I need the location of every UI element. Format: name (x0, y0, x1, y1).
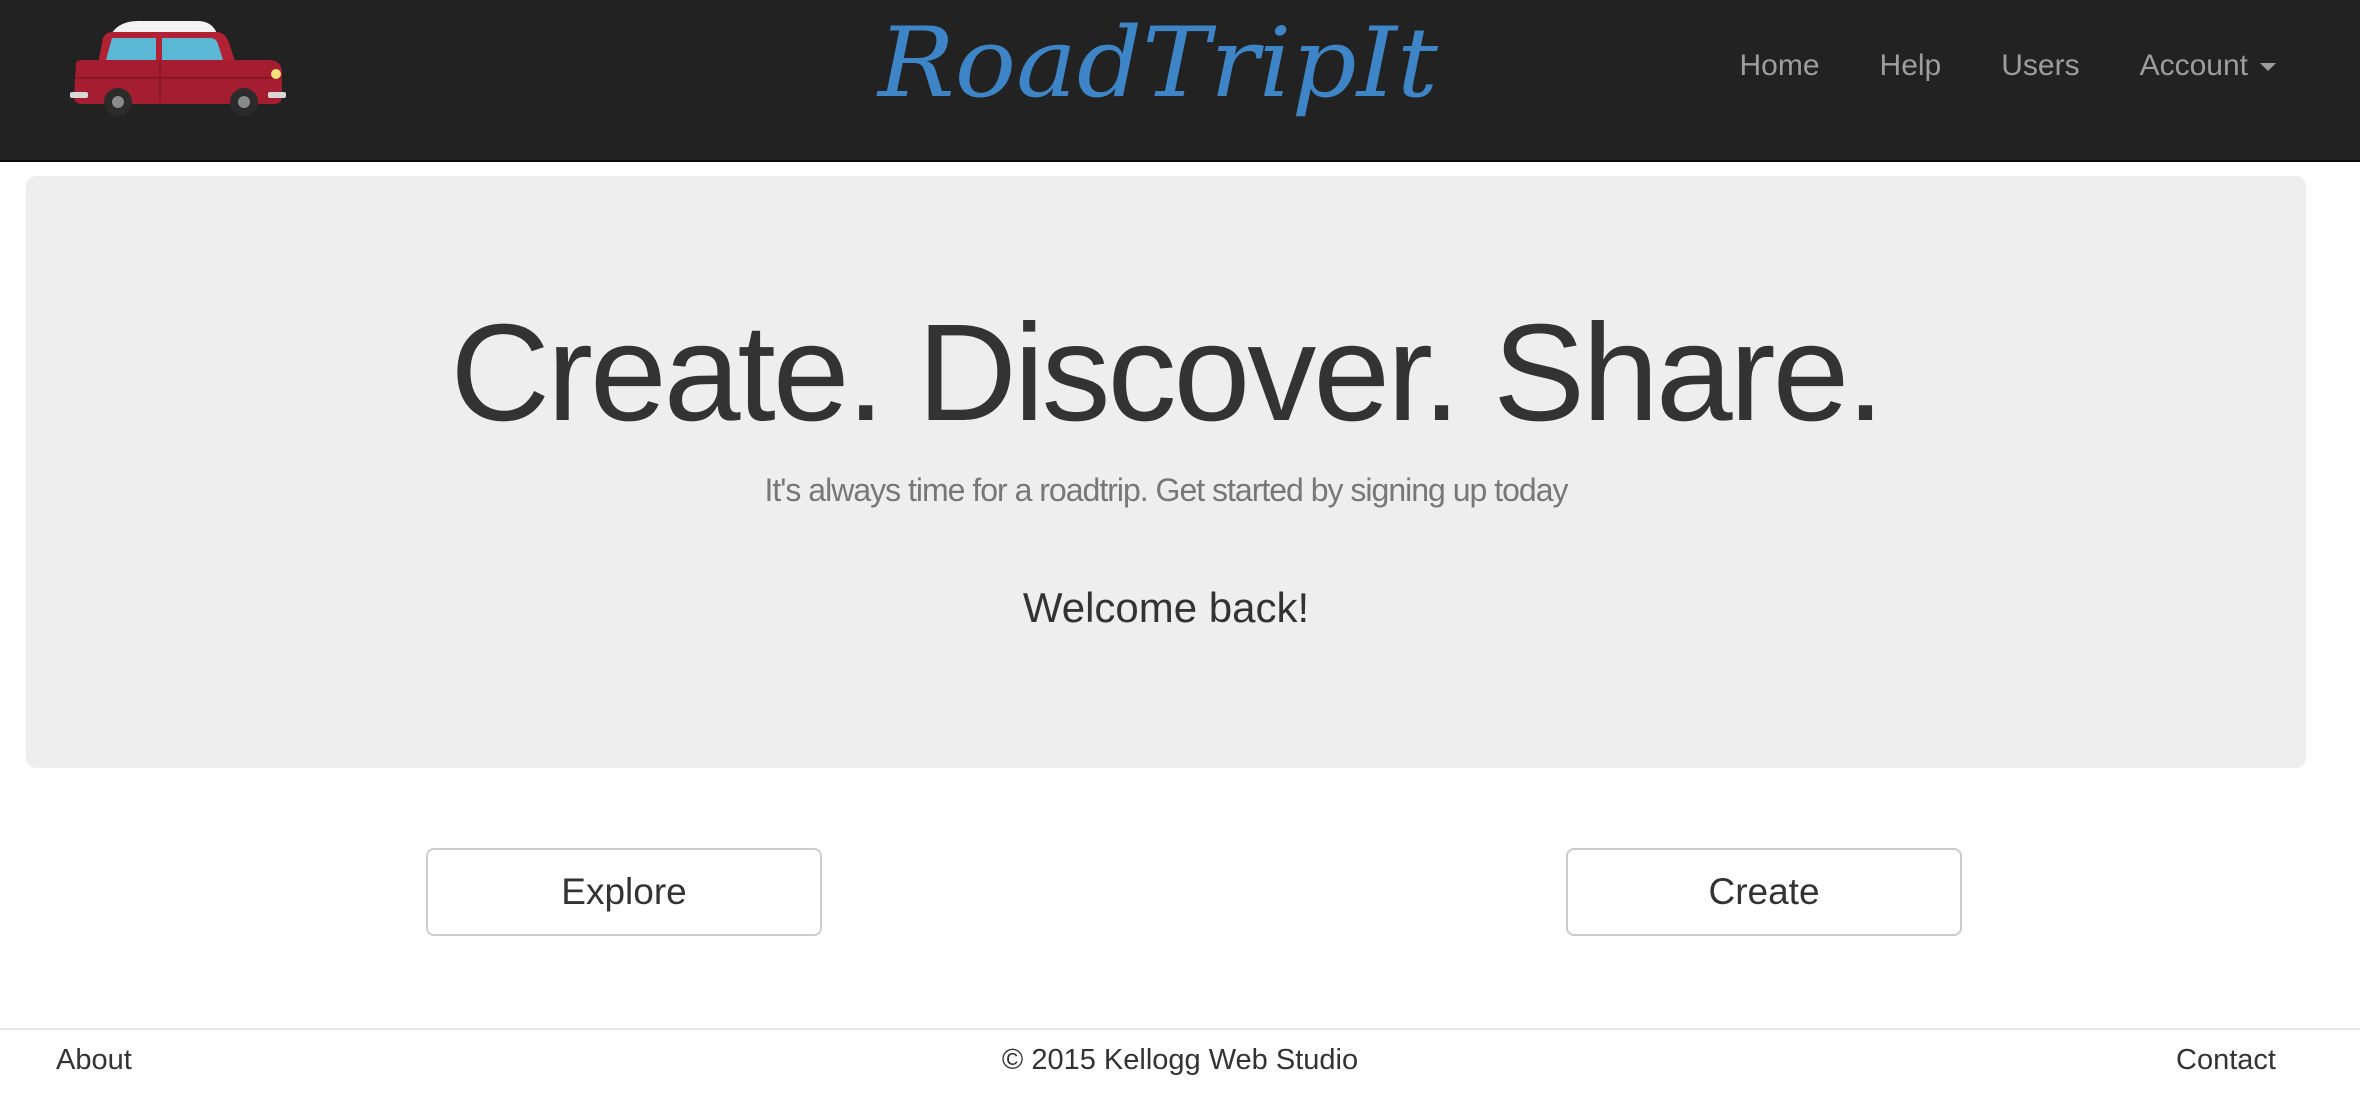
nav-home-label: Home (1739, 49, 1820, 82)
nav-users[interactable]: Users (2001, 49, 2079, 83)
caret-down-icon (2260, 63, 2276, 71)
explore-button[interactable]: Explore (426, 848, 822, 936)
footer-contact-link[interactable]: Contact (2176, 1044, 2276, 1077)
nav-help-label: Help (1879, 49, 1942, 82)
nav-account-label: Account (2139, 49, 2248, 82)
nav-help[interactable]: Help (1880, 49, 1942, 83)
nav-home[interactable]: Home (1740, 49, 1820, 83)
welcome-message: Welcome back! (1022, 584, 1310, 631)
navbar: RoadTripIt Home Help Users Account (0, 0, 2360, 162)
page: RoadTripIt Home Help Users Account Creat… (0, 0, 2360, 1098)
hero-headline: Create. Discover. Share. (450, 296, 1884, 450)
footer: About © 2015 Kellogg Web Studio Contact (0, 1028, 2360, 1098)
create-button[interactable]: Create (1566, 848, 1962, 936)
nav-account-dropdown[interactable]: Account (2140, 49, 2276, 83)
brand-logo[interactable]: RoadTripIt (868, 0, 1448, 120)
footer-copyright: © 2015 Kellogg Web Studio (1001, 1044, 1359, 1076)
brand-text: RoadTripIt (876, 7, 1439, 119)
nav-links: Home Help Users Account (1740, 0, 2276, 132)
nav-users-label: Users (2001, 49, 2080, 82)
footer-about-link[interactable]: About (56, 1044, 132, 1077)
hero-tagline: It's always time for a roadtrip. Get sta… (764, 472, 1569, 508)
red-mini-car-icon[interactable] (68, 16, 288, 116)
hero-jumbotron: Create. Discover. Share. It's always tim… (26, 176, 2306, 768)
